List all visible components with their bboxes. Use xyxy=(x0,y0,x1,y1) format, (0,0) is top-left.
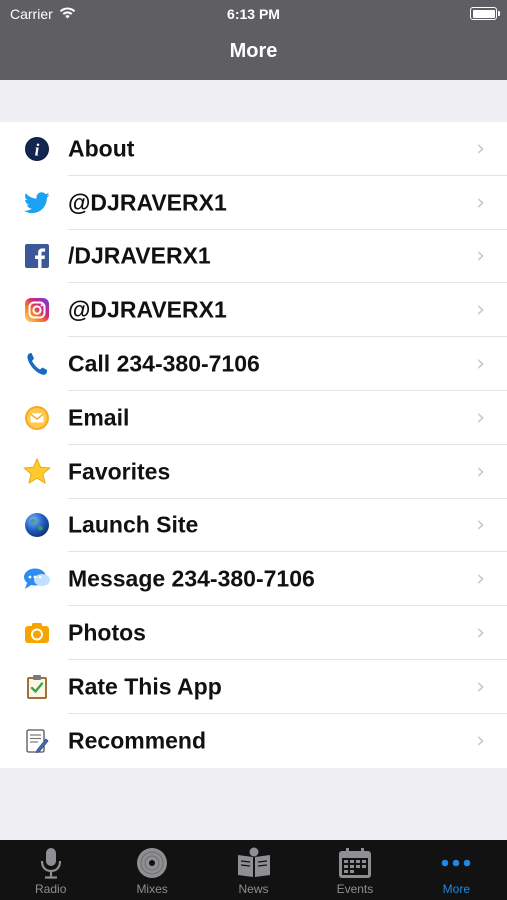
list-item-label: About xyxy=(68,135,135,162)
chevron-right-icon: › xyxy=(476,728,485,754)
info-icon: i xyxy=(22,134,52,164)
list-item-facebook[interactable]: /DJRAVERX1 › xyxy=(0,230,507,284)
list-item-label: @DJRAVERX1 xyxy=(68,189,227,216)
tab-label: News xyxy=(238,882,269,896)
star-icon xyxy=(22,457,52,487)
tab-label: Events xyxy=(336,882,374,896)
microphone-icon xyxy=(38,846,64,880)
list-item-call[interactable]: Call 234-380-7106 › xyxy=(0,337,507,391)
tab-mixes[interactable]: Mixes xyxy=(101,840,202,900)
tab-label: Mixes xyxy=(136,882,168,896)
list-item-label: Photos xyxy=(68,619,146,646)
chevron-right-icon: › xyxy=(476,620,485,646)
status-bar: Carrier 6:13 PM xyxy=(0,0,507,28)
tab-bar: Radio Mixes News Events More xyxy=(0,840,507,900)
list-item-favorites[interactable]: Favorites › xyxy=(0,445,507,499)
header: Carrier 6:13 PM More xyxy=(0,0,507,80)
list-item-email[interactable]: Email › xyxy=(0,391,507,445)
instagram-icon xyxy=(22,295,52,325)
chevron-right-icon: › xyxy=(476,459,485,485)
message-icon xyxy=(22,564,52,594)
list-item-about[interactable]: i About › xyxy=(0,122,507,176)
list-item-label: Favorites xyxy=(68,458,171,485)
globe-icon xyxy=(22,510,52,540)
clipboard-icon xyxy=(22,672,52,702)
tab-events[interactable]: Events xyxy=(304,840,405,900)
svg-text:i: i xyxy=(35,140,40,159)
page-title: More xyxy=(229,40,278,62)
chevron-right-icon: › xyxy=(476,674,485,700)
tab-more[interactable]: More xyxy=(406,840,507,900)
phone-icon xyxy=(22,349,52,379)
list-item-recommend[interactable]: Recommend › xyxy=(0,714,507,768)
list-item-instagram[interactable]: @DJRAVERX1 › xyxy=(0,283,507,338)
document-icon xyxy=(22,726,52,756)
disc-icon xyxy=(136,846,168,880)
list-item-message[interactable]: Message 234-380-7106 › xyxy=(0,552,507,607)
twitter-icon xyxy=(22,188,52,218)
tab-news[interactable]: News xyxy=(203,840,304,900)
chevron-right-icon: › xyxy=(476,136,485,162)
list-item-label: Rate This App xyxy=(68,673,222,700)
chevron-right-icon: › xyxy=(476,405,485,431)
chevron-right-icon: › xyxy=(476,243,485,269)
newspaper-icon xyxy=(236,846,272,880)
camera-icon xyxy=(22,618,52,648)
list-item-label: Launch Site xyxy=(68,511,199,538)
more-list: i About › @DJRAVERX1 › /DJRAVERX1 › @DJR… xyxy=(0,122,507,768)
list-item-launch-site[interactable]: Launch Site › xyxy=(0,499,507,553)
list-item-label: Recommend xyxy=(68,727,207,754)
status-time: 6:13 PM xyxy=(227,6,280,22)
chevron-right-icon: › xyxy=(476,190,485,216)
email-icon xyxy=(22,403,52,433)
more-dots-icon xyxy=(440,846,472,880)
chevron-right-icon: › xyxy=(476,512,485,538)
tab-label: Radio xyxy=(35,882,67,896)
calendar-icon xyxy=(338,846,372,880)
battery-icon xyxy=(470,7,500,20)
chevron-right-icon: › xyxy=(476,566,485,592)
list-item-label: Call 234-380-7106 xyxy=(68,350,260,377)
list-item-label: Message 234-380-7106 xyxy=(68,565,315,592)
tab-radio[interactable]: Radio xyxy=(0,840,101,900)
chevron-right-icon: › xyxy=(476,351,485,377)
list-item-label: /DJRAVERX1 xyxy=(68,242,211,269)
list-item-label: @DJRAVERX1 xyxy=(68,296,227,323)
list-item-rate-app[interactable]: Rate This App › xyxy=(0,660,507,714)
list-item-label: Email xyxy=(68,404,130,431)
chevron-right-icon: › xyxy=(476,297,485,323)
facebook-icon xyxy=(22,241,52,271)
list-item-twitter[interactable]: @DJRAVERX1 › xyxy=(0,176,507,230)
tab-label: More xyxy=(442,882,470,896)
list-item-photos[interactable]: Photos › xyxy=(0,606,507,660)
